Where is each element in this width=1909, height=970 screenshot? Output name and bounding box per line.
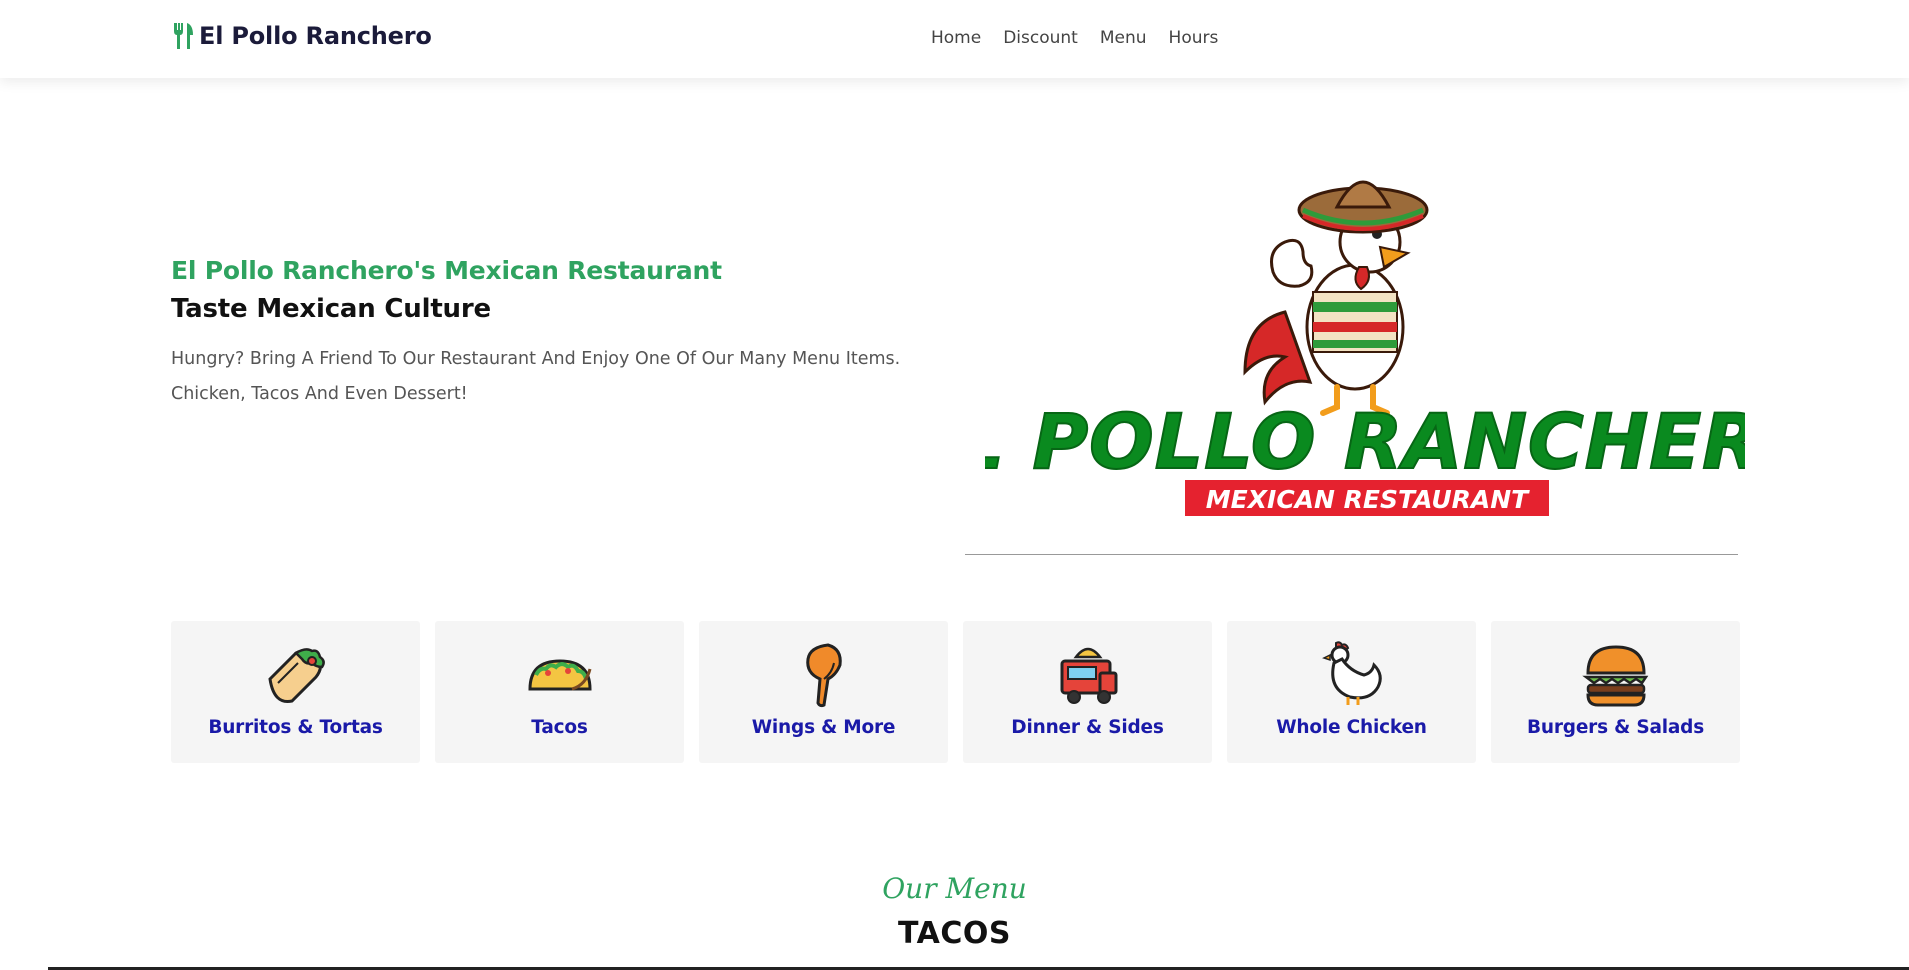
category-label: Whole Chicken	[1276, 717, 1427, 738]
hero-description: Hungry? Bring A Friend To Our Restaurant…	[171, 349, 901, 404]
chicken-icon	[1321, 641, 1382, 705]
nav-menu[interactable]: Menu	[1100, 28, 1147, 48]
category-card-wings[interactable]: Wings & More	[699, 621, 948, 763]
hero-divider	[965, 554, 1738, 555]
category-label: Burgers & Salads	[1526, 717, 1705, 738]
category-label: Wings & More	[751, 717, 896, 738]
utensils-icon	[174, 23, 193, 49]
hero-subtitle: El Pollo Ranchero's Mexican Restaurant	[171, 256, 722, 285]
menu-section-title: TACOS	[898, 916, 1011, 951]
category-card-whole-chicken[interactable]: Whole Chicken	[1227, 621, 1476, 763]
burrito-icon	[267, 648, 325, 704]
nav-discount[interactable]: Discount	[1003, 28, 1078, 48]
nav-home[interactable]: Home	[931, 28, 981, 48]
menu-eyebrow: Our Menu	[882, 872, 1027, 905]
category-label: Burritos & Tortas	[208, 717, 383, 738]
wings-icon	[805, 643, 842, 708]
logo-tagline: MEXICAN RESTAURANT	[1206, 485, 1530, 514]
logo-name: EL POLLO RANCHERO	[985, 397, 1745, 486]
category-card-burritos[interactable]: Burritos & Tortas	[171, 621, 420, 763]
taco-icon	[527, 659, 592, 691]
food-truck-icon	[1060, 647, 1117, 704]
category-card-tacos[interactable]: Tacos	[435, 621, 684, 763]
category-card-dinner[interactable]: Dinner & Sides	[963, 621, 1212, 763]
rooster-mascot-icon	[1243, 180, 1429, 416]
brand-name: El Pollo Ranchero	[199, 22, 432, 50]
nav-hours[interactable]: Hours	[1169, 28, 1219, 48]
brand-link[interactable]: El Pollo Ranchero	[171, 22, 432, 50]
navbar: El Pollo Ranchero Home Discount Menu Hou…	[0, 0, 1909, 78]
category-label: Tacos	[531, 717, 588, 738]
category-list: Burritos & Tortas Tacos Wings & More Din…	[171, 621, 1740, 763]
hero-title: Taste Mexican Culture	[171, 294, 491, 324]
burger-icon	[1581, 645, 1648, 707]
category-card-burgers[interactable]: Burgers & Salads	[1491, 621, 1740, 763]
restaurant-logo: EL POLLO RANCHERO MEXICAN RESTAURANT	[985, 180, 1745, 516]
category-label: Dinner & Sides	[1011, 717, 1164, 738]
main-nav: Home Discount Menu Hours	[931, 28, 1218, 48]
